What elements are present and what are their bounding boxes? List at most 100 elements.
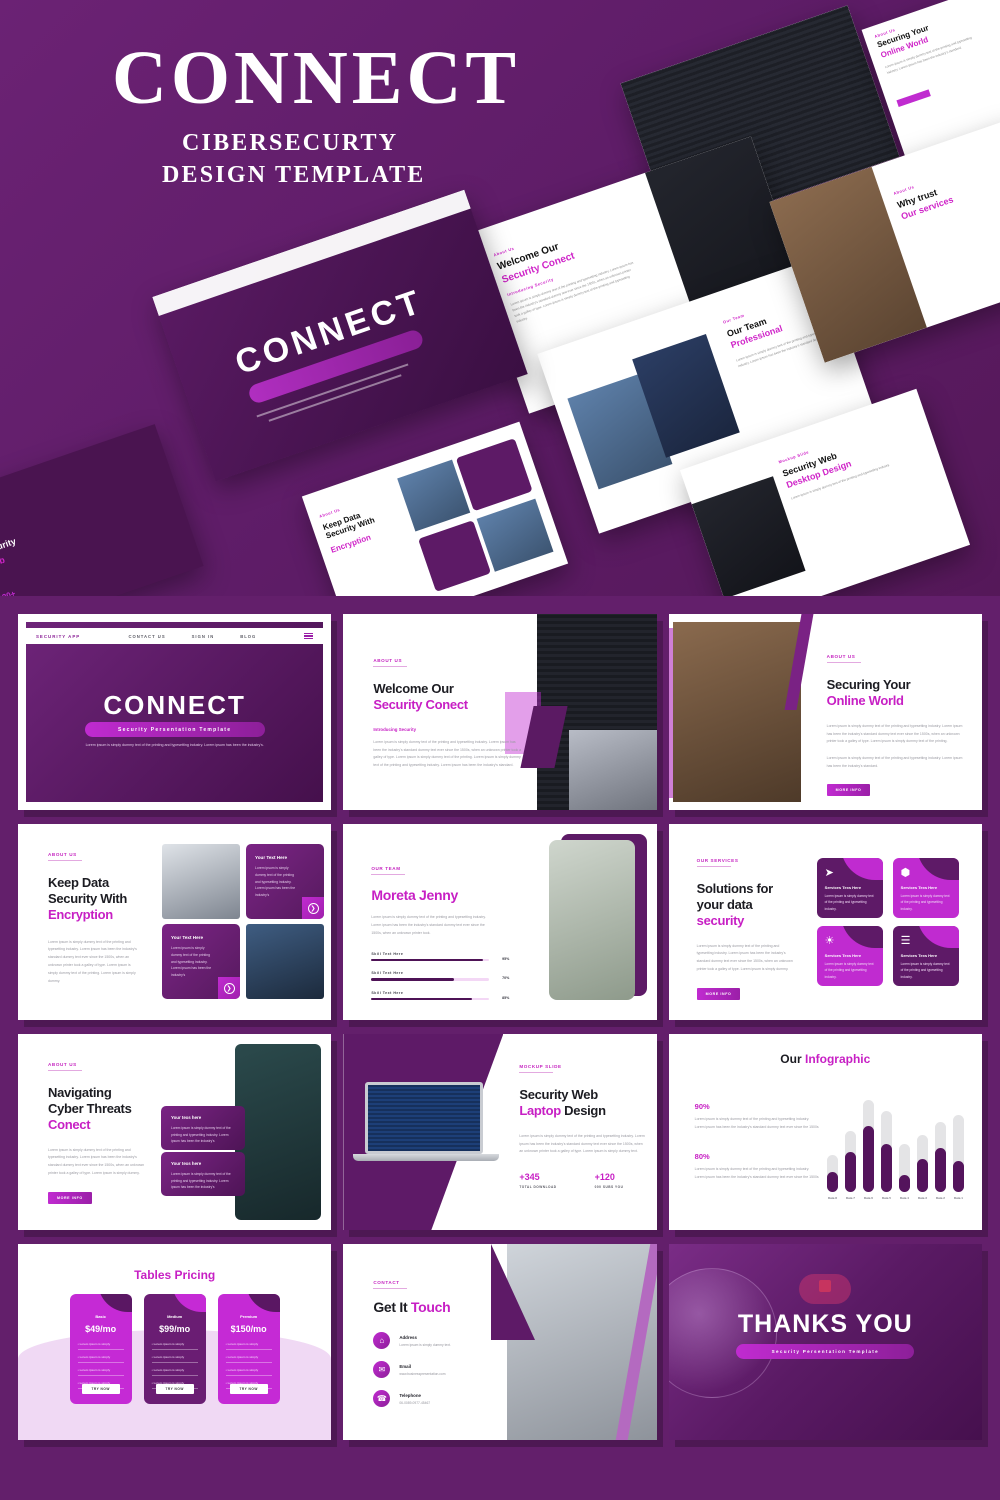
navigating-title-line-1: Navigating	[48, 1085, 112, 1100]
bar-label: Data 6	[863, 1196, 873, 1200]
plan-name: Premium	[240, 1314, 258, 1319]
plan-feature: • Lorem ipsum is simply	[77, 1355, 124, 1363]
slide-row-3: About Us Navigating Cyber Threats Conect…	[18, 1034, 982, 1230]
service-card-2[interactable]: ⬢ Services Texs Here Lorem ipsum is simp…	[892, 858, 959, 918]
bar-fill	[844, 1151, 856, 1192]
settings-icon: ☀	[824, 935, 835, 947]
pricing-card[interactable]: Premium $150/mo • Lorem ipsum is simply • L…	[217, 1294, 280, 1404]
contact-item-email[interactable]: ✉ Email www.businesspresentation.com	[373, 1361, 523, 1379]
encryption-body: Lorem ipsum is simply dummy text of the …	[48, 939, 137, 983]
securing-title-pink: Online World	[826, 692, 904, 708]
slide-securing[interactable]: About Us Securing Your Online World Lore…	[668, 614, 982, 810]
slide-row-4: Tables Pricing Basic $49/mo • Lorem ipsum …	[18, 1244, 982, 1440]
member-body: Lorem ipsum is simply dummy text of the …	[371, 915, 486, 935]
more-info-button[interactable]: MORE INFO	[826, 784, 871, 797]
navigating-card-1[interactable]: Your texs here Lorem ipsum is simply dum…	[161, 1106, 245, 1150]
welcome-title-dark: Welcome Our	[373, 681, 454, 696]
navigating-image	[235, 1044, 322, 1220]
plan-feature: • Lorem ipsum is simply	[225, 1342, 272, 1350]
slide-contact[interactable]: Contact Get It Touch ⌂ Address Lorem ips…	[343, 1244, 657, 1440]
card-blob	[245, 1294, 280, 1312]
service-card-4[interactable]: ☰ Services Texs Here Lorem ipsum is simp…	[892, 926, 959, 986]
pricing-card[interactable]: Medium $99/mo • Lorem ipsum is simply • Lor…	[143, 1294, 206, 1404]
slide-solutions[interactable]: Our Services Solutions for your data sec…	[668, 824, 982, 1020]
bar-fill	[898, 1175, 910, 1192]
plan-price: $49/mo	[85, 1324, 117, 1334]
slide-navigating[interactable]: About Us Navigating Cyber Threats Conect…	[18, 1034, 332, 1230]
slide-encryption[interactable]: About Us Keep Data Security With Encrypt…	[18, 824, 332, 1020]
bar-track	[952, 1114, 964, 1192]
hero-mini-slide-encryption: About Us Keep Data Security With Encrypt…	[301, 421, 569, 596]
slide-row-1: SECURITY APP CONTACT US SIGN IN BLOG CON…	[18, 614, 982, 810]
securing-eyebrow: About Us	[826, 654, 856, 659]
pricing-title: Tables Pricing	[134, 1268, 216, 1282]
skill-row: Skill Text Here 95%	[371, 951, 510, 962]
navigating-title-line-2: Cyber Threats	[48, 1100, 132, 1116]
bar-column: Data 1	[952, 1114, 964, 1200]
laptop-body: Lorem ipsum is simply dummy text of the …	[519, 1133, 645, 1154]
hamburger-menu-icon[interactable]	[304, 632, 314, 640]
contact-item-address[interactable]: ⌂ Address Lorem ipsum is simply dummy te…	[373, 1332, 523, 1350]
bar-fill	[934, 1147, 946, 1192]
navigating-title-pink: Conect	[48, 1116, 91, 1132]
nav-contact-us[interactable]: CONTACT US	[128, 634, 165, 639]
eyebrow-underline	[48, 860, 82, 861]
thanks-title: THANKS YOU	[737, 1310, 913, 1338]
hero-mini-slide-stat: Security Web 120+	[0, 424, 204, 596]
slide-row-2: About Us Keep Data Security With Encrypt…	[18, 824, 982, 1020]
send-icon: ➤	[824, 867, 834, 879]
stat-block: +345 TOTAL DOWNLOAD	[519, 1172, 557, 1190]
encryption-card-2[interactable]: Your Text Here Lorem ipsum is simply dum…	[162, 924, 240, 999]
card-blob	[97, 1294, 132, 1312]
skill-row: Skill Text Here 70%	[371, 971, 510, 981]
bar-label: Data 7	[845, 1196, 855, 1200]
plan-feature: • Lorem ipsum is simply	[151, 1342, 198, 1350]
solutions-title-line-1: Solutions for	[696, 881, 774, 896]
cover-title: CONNECT	[103, 690, 246, 720]
encryption-title-line-2: Security With	[48, 890, 128, 906]
slide-infographic[interactable]: Our Infographic 90% Lorem ipsum is simpl…	[668, 1034, 982, 1230]
contact-item-telephone[interactable]: ☎ Telephone 06-0089-0977-45467	[373, 1390, 523, 1408]
bar-track	[898, 1144, 910, 1192]
arrow-right-icon[interactable]: ❯	[302, 897, 324, 919]
slide-welcome[interactable]: About Us Welcome Our Security Conect Int…	[343, 614, 657, 810]
hero-mini-navbar	[152, 189, 471, 316]
laptop-eyebrow: Mockup Slide	[519, 1064, 562, 1069]
try-now-button[interactable]: TRY NOW	[155, 1384, 194, 1394]
service-card-1[interactable]: ➤ Services Texs Here Lorem ipsum is simp…	[816, 858, 883, 918]
bar-column: Data 4	[898, 1144, 910, 1200]
navigating-card-2[interactable]: Your texs here Lorem ipsum is simply dum…	[161, 1152, 245, 1196]
pricing-card-list: Basic $49/mo • Lorem ipsum is simply • Lore…	[18, 1294, 331, 1404]
more-info-button[interactable]: MORE INFO	[696, 988, 741, 1001]
bar-fill	[880, 1144, 892, 1192]
slide-team-member[interactable]: Our Team Moreta Jenny Lorem ipsum is sim…	[343, 824, 657, 1020]
bar-label: Data 5	[881, 1196, 891, 1200]
solutions-eyebrow: Our Services	[696, 858, 739, 863]
laptop-mockup	[353, 1082, 500, 1166]
nav-blog[interactable]: BLOG	[240, 634, 256, 639]
try-now-button[interactable]: TRY NOW	[81, 1384, 120, 1394]
bar-track	[862, 1100, 874, 1192]
contact-title-pink: Touch	[410, 1299, 451, 1315]
service-card-3[interactable]: ☀ Services Texs Here Lorem ipsum is simp…	[816, 926, 883, 986]
plan-feature: • Lorem ipsum is simply	[77, 1368, 124, 1376]
encryption-card-1[interactable]: Your Text Here Lorem ipsum is simply dum…	[246, 844, 324, 919]
more-info-button[interactable]: MORE INFO	[48, 1192, 92, 1205]
nav-sign-in[interactable]: SIGN IN	[192, 634, 215, 639]
slide-pricing[interactable]: Tables Pricing Basic $49/mo • Lorem ipsum …	[18, 1244, 332, 1440]
slide-cover[interactable]: SECURITY APP CONTACT US SIGN IN BLOG CON…	[18, 614, 332, 810]
welcome-subheading: Introducing Security	[373, 726, 417, 732]
plan-feature: • Lorem ipsum is simply	[225, 1368, 272, 1376]
infographic-block-1: 90% Lorem ipsum is simply dummy text of …	[694, 1102, 819, 1129]
pricing-card[interactable]: Basic $49/mo • Lorem ipsum is simply • Lore…	[69, 1294, 132, 1404]
slide-thanks[interactable]: THANKS YOU Security Persentation Templat…	[668, 1244, 982, 1440]
bar-fill	[826, 1171, 838, 1192]
try-now-button[interactable]: TRY NOW	[229, 1384, 268, 1394]
laptop-title-pink: Laptop	[519, 1102, 561, 1118]
slide-laptop[interactable]: Mockup Slide Security Web Laptop Design …	[343, 1034, 657, 1230]
cover-body: Lorem ipsum is simply dummy text of the …	[85, 743, 264, 747]
plan-feature: • Lorem ipsum is simply	[151, 1355, 198, 1363]
skill-row: Skill Text Here 85%	[371, 990, 510, 1001]
arrow-right-icon[interactable]: ❯	[218, 977, 240, 999]
laptop-title-dark-2: Design	[564, 1102, 606, 1118]
